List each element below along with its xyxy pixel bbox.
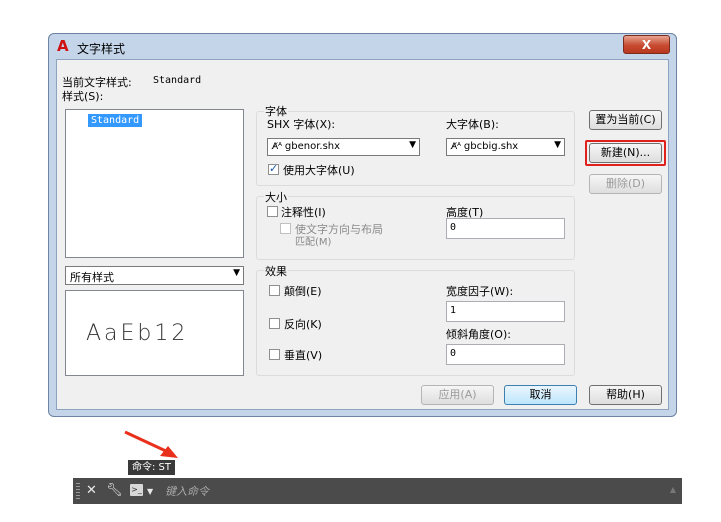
styles-label: 样式(S): <box>62 90 104 103</box>
style-item-standard[interactable]: Standard <box>88 114 143 127</box>
annotation-arrow-icon <box>124 430 178 458</box>
close-icon[interactable]: ✕ <box>86 482 97 500</box>
chevron-down-icon: ▼ <box>409 140 416 150</box>
autocad-logo-icon: A <box>57 37 69 55</box>
style-filter-value: 所有样式 <box>70 271 114 284</box>
text-style-dialog: A 文字样式 X 当前文字样式: Standard 样式(S): Standar… <box>48 33 677 417</box>
dialog-client-area: 当前文字样式: Standard 样式(S): Standard 所有样式 ▼ … <box>56 59 669 410</box>
drag-grip-icon[interactable] <box>76 483 80 499</box>
upside-down-checkbox[interactable] <box>269 285 280 296</box>
font-file-icon: A̸ᴬ <box>451 142 464 152</box>
chevron-down-icon[interactable]: ▼ <box>147 483 153 501</box>
annotative-label: 注释性(I) <box>281 206 326 219</box>
bigfont-dropdown[interactable]: A̸ᴬ gbcbig.shx ▼ <box>446 138 565 156</box>
cancel-button[interactable]: 取消 <box>504 385 577 405</box>
apply-button[interactable]: 应用(A) <box>421 385 494 405</box>
chevron-up-icon[interactable]: ▲ <box>670 485 676 494</box>
close-button[interactable]: X <box>623 35 670 54</box>
help-button[interactable]: 帮助(H) <box>589 385 662 405</box>
wrench-icon[interactable]: 🔧︎ <box>106 482 123 500</box>
annotative-checkbox[interactable] <box>267 206 278 217</box>
current-style-value: Standard <box>153 75 202 86</box>
chevron-down-icon: ▼ <box>554 140 561 150</box>
match-orientation-label-line2: 匹配(M) <box>295 237 332 248</box>
bigfont-label: 大字体(B): <box>446 118 499 131</box>
bigfont-text: gbcbig.shx <box>463 141 519 152</box>
dialog-title: 文字样式 <box>77 42 126 56</box>
width-factor-label: 宽度因子(W): <box>446 285 514 298</box>
height-value: 0 <box>450 222 457 233</box>
use-bigfont-label: 使用大字体(U) <box>283 164 355 177</box>
width-factor-input[interactable]: 1 <box>446 301 565 322</box>
command-history-tooltip: 命令: ST <box>128 460 176 475</box>
vertical-checkbox[interactable] <box>269 349 280 360</box>
oblique-angle-input[interactable]: 0 <box>446 344 565 365</box>
prompt-icon[interactable]: >_ <box>130 484 143 496</box>
vertical-label: 垂直(V) <box>284 349 323 362</box>
width-factor-value: 1 <box>450 305 457 316</box>
preview-text: AaEb12 <box>86 321 189 346</box>
oblique-angle-label: 倾斜角度(O): <box>446 328 511 341</box>
font-file-icon: A̸ᴬ <box>272 142 285 152</box>
backwards-label: 反向(K) <box>284 318 322 331</box>
set-current-button[interactable]: 置为当前(C) <box>589 110 662 130</box>
command-input[interactable]: 键入命令 <box>165 483 209 499</box>
style-filter-dropdown[interactable]: 所有样式 ▼ <box>65 266 244 285</box>
size-group-label: 大小 <box>264 189 288 205</box>
bigfont-value: A̸ᴬ gbcbig.shx <box>451 141 518 152</box>
new-button[interactable]: 新建(N)... <box>589 143 662 163</box>
use-bigfont-checkbox[interactable] <box>268 162 279 175</box>
style-preview-box: AaEb12 <box>65 290 244 376</box>
shx-font-text: gbenor.shx <box>284 141 341 152</box>
shx-font-label: SHX 字体(X): <box>267 118 336 131</box>
shx-font-value: A̸ᴬ gbenor.shx <box>272 141 340 152</box>
backwards-checkbox[interactable] <box>269 318 280 329</box>
shx-font-dropdown[interactable]: A̸ᴬ gbenor.shx ▼ <box>267 138 420 156</box>
delete-button[interactable]: 删除(D) <box>589 174 662 194</box>
upside-down-label: 颠倒(E) <box>284 285 322 298</box>
height-input[interactable]: 0 <box>446 218 565 239</box>
title-bar[interactable]: A 文字样式 X <box>49 34 676 59</box>
command-line-bar: ✕ 🔧︎ >_ ▼ 键入命令 ▲ <box>73 478 682 504</box>
oblique-angle-value: 0 <box>450 348 457 359</box>
match-orientation-checkbox[interactable] <box>280 223 291 234</box>
chevron-down-icon: ▼ <box>233 268 240 278</box>
styles-listbox[interactable]: Standard <box>65 109 244 258</box>
effects-group-label: 效果 <box>264 263 288 279</box>
